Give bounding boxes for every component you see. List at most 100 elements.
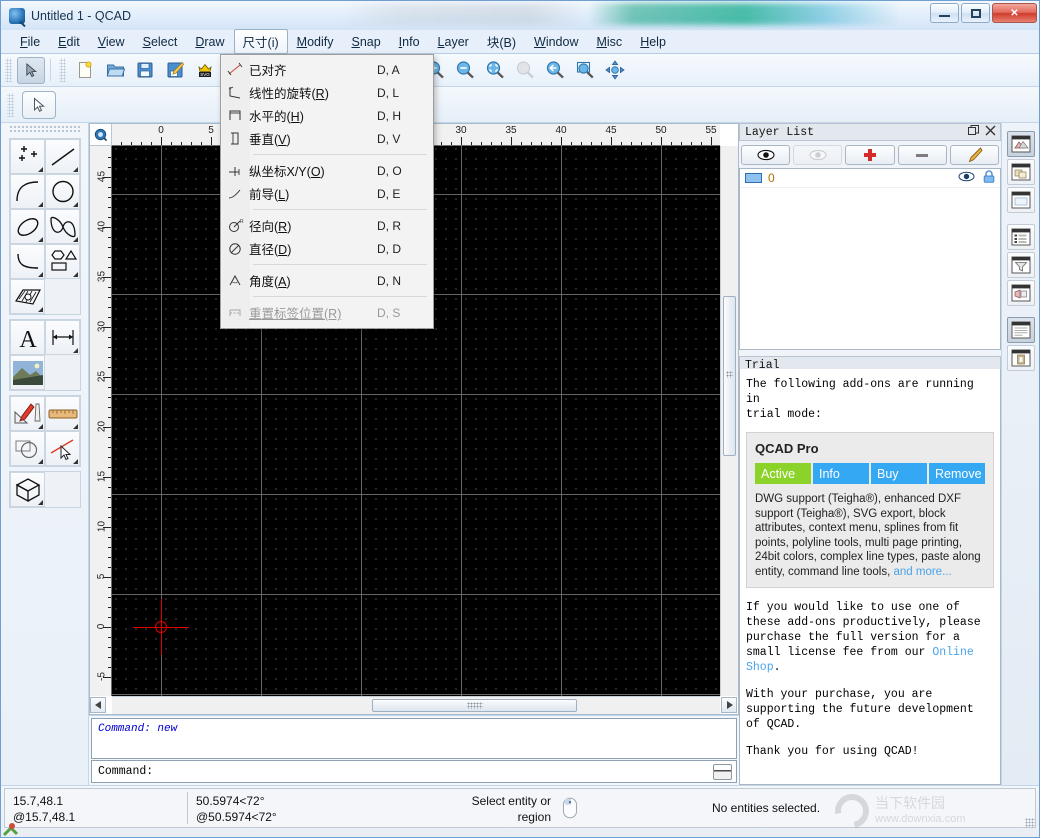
line-icon[interactable] — [45, 139, 80, 174]
palette-grip[interactable] — [9, 125, 82, 134]
arc-icon[interactable] — [10, 174, 45, 209]
command-history[interactable]: Command: new — [91, 718, 737, 759]
menu-item-diameter[interactable]: 直径(D) D, D — [221, 237, 433, 260]
right-dock: Layer List 0 Trial The following add-ons… — [739, 123, 1001, 785]
menu-item-radial[interactable]: R 径向(R) D, R — [221, 214, 433, 237]
circle-icon[interactable] — [45, 174, 80, 209]
close-icon[interactable]: ✕ — [992, 3, 1037, 23]
menu-item-horizontal[interactable]: 水平的(H) D, H — [221, 104, 433, 127]
minus-icon[interactable] — [897, 145, 947, 165]
command-input[interactable]: Command: — [91, 760, 737, 783]
zoom-pan-icon[interactable] — [601, 57, 629, 84]
select-line-cursor-icon[interactable] — [45, 431, 80, 466]
svg-crown-icon[interactable]: SVG — [191, 57, 219, 84]
property-list-window-icon[interactable] — [1006, 224, 1035, 250]
shapes-icon[interactable] — [45, 244, 80, 279]
menu-item-leader[interactable]: 前导(L) D, E — [221, 182, 433, 205]
menu-file[interactable]: File — [11, 32, 49, 52]
zoom-auto-icon[interactable] — [481, 57, 509, 84]
floppy-pencil-icon[interactable] — [161, 57, 189, 84]
maximize-icon[interactable] — [961, 3, 990, 23]
pencil-icon[interactable] — [949, 145, 1000, 165]
vertical-ruler[interactable]: 45 40 35 30 25 20 15 10 5 0 -5 — [90, 146, 112, 696]
cube-icon[interactable] — [10, 472, 45, 507]
addon-info-button[interactable]: Info — [813, 463, 871, 484]
layer-visibility-eye-icon[interactable] — [958, 171, 975, 185]
zoom-back-icon[interactable] — [541, 57, 569, 84]
eye-icon[interactable] — [741, 145, 791, 165]
cursor-arrow-icon[interactable] — [17, 56, 45, 84]
new-document-icon[interactable] — [71, 57, 99, 84]
views-window-icon[interactable] — [1006, 187, 1035, 213]
trial-panel-body[interactable]: The following add-ons are running in tri… — [739, 369, 1001, 785]
snap-shapes-icon[interactable] — [10, 431, 45, 466]
ruler-icon[interactable] — [45, 396, 80, 431]
menu-misc[interactable]: Misc — [587, 32, 631, 52]
eye-off-icon[interactable] — [793, 145, 843, 165]
hatch-icon[interactable] — [10, 279, 45, 314]
plus-icon[interactable] — [845, 145, 895, 165]
menu-select[interactable]: Select — [134, 32, 187, 52]
menu-draw[interactable]: Draw — [186, 32, 233, 52]
layer-row[interactable]: 0 — [740, 169, 1000, 188]
menu-view[interactable]: View — [89, 32, 134, 52]
scroll-left-button[interactable] — [90, 697, 106, 713]
dimension-icon[interactable] — [45, 320, 80, 355]
menu-item-ordinate[interactable]: 纵坐标X/Y(O) D, O — [221, 159, 433, 182]
menu-item-rotated[interactable]: 线性的旋转(R) D, L — [221, 81, 433, 104]
menu-layer[interactable]: Layer — [429, 32, 478, 52]
pencil-ruler-icon[interactable] — [10, 396, 45, 431]
canvas-vertical-scrollbar[interactable] — [720, 146, 738, 696]
menu-item-angular[interactable]: 角度(A) D, N — [221, 269, 433, 292]
toolbar-grip-file[interactable] — [59, 58, 66, 82]
resize-grip[interactable] — [1025, 818, 1035, 828]
funnel-window-icon[interactable] — [1006, 252, 1035, 278]
layers-window-icon[interactable] — [1006, 131, 1035, 157]
menu-item-radial-label: 径向(R) — [249, 220, 292, 234]
floppy-save-icon[interactable] — [131, 57, 159, 84]
menu-info[interactable]: Info — [390, 32, 429, 52]
layer-list[interactable]: 0 — [739, 168, 1001, 350]
ruler-corner[interactable] — [90, 124, 112, 146]
ellipse-icon[interactable] — [10, 209, 45, 244]
image-icon[interactable] — [10, 355, 45, 390]
zoom-window-icon[interactable] — [571, 57, 599, 84]
minimize-icon[interactable] — [930, 3, 959, 23]
open-folder-icon[interactable] — [101, 57, 129, 84]
text-window-icon[interactable] — [1006, 317, 1035, 343]
dimension-dropdown-menu[interactable]: 已对齐 D, A 线性的旋转(R) D, L 水平的(H) D, H 垂直(V)… — [220, 54, 434, 329]
menu-edit[interactable]: Edit — [49, 32, 89, 52]
close-panel-icon[interactable] — [985, 125, 996, 140]
addon-buy-button[interactable]: Buy — [871, 463, 929, 484]
spline-icon[interactable] — [45, 209, 80, 244]
tool-palette: A — [1, 123, 89, 785]
menu-item-aligned[interactable]: 已对齐 D, A — [221, 58, 433, 81]
addon-more-link[interactable]: and more... — [894, 566, 952, 578]
scroll-right-button[interactable] — [721, 697, 737, 713]
menu-block[interactable]: 块(B) — [478, 29, 525, 54]
library-window-icon[interactable] — [1006, 280, 1035, 306]
keyboard-icon[interactable] — [713, 764, 732, 780]
clipboard-window-icon[interactable] — [1006, 345, 1035, 371]
layer-color-swatch[interactable] — [745, 173, 762, 183]
menu-help[interactable]: Help — [631, 32, 675, 52]
text-a-icon[interactable]: A — [10, 320, 45, 355]
menu-window[interactable]: Window — [525, 32, 587, 52]
zoom-previous-icon[interactable] — [511, 57, 539, 84]
menu-item-vertical[interactable]: 垂直(V) D, V — [221, 127, 433, 150]
toolbar-grip[interactable] — [5, 58, 12, 82]
points-icon[interactable] — [10, 139, 45, 174]
menu-snap[interactable]: Snap — [342, 32, 389, 52]
zoom-out-icon[interactable] — [451, 57, 479, 84]
menu-modify[interactable]: Modify — [288, 32, 343, 52]
menu-dimension[interactable]: 尺寸(i) — [233, 29, 288, 54]
float-panel-icon[interactable] — [968, 125, 979, 140]
addon-active-button[interactable]: Active — [755, 463, 813, 484]
addon-remove-button[interactable]: Remove — [929, 463, 985, 484]
tool-back-button[interactable] — [22, 90, 56, 119]
polyline-icon[interactable] — [10, 244, 45, 279]
layer-lock-icon[interactable] — [983, 170, 995, 186]
blocks-window-icon[interactable] — [1006, 159, 1035, 185]
canvas-horizontal-scrollbar[interactable] — [90, 696, 737, 714]
secondary-toolbar-grip[interactable] — [7, 92, 14, 117]
